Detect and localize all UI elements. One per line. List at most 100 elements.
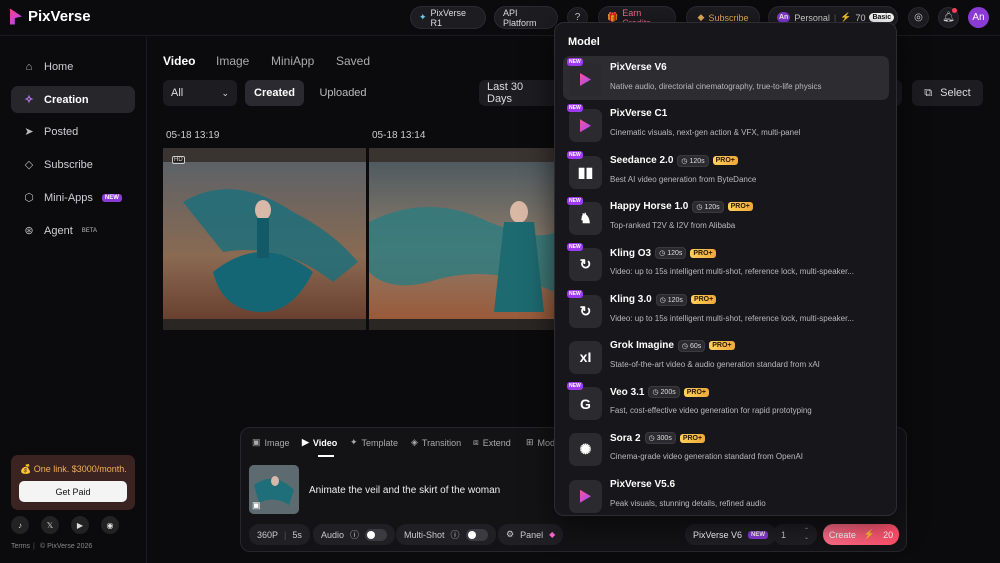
duration-value: 5s: [292, 529, 302, 540]
model-option[interactable]: PixVerse V5.6 Peak visuals, stunning deta…: [563, 473, 889, 515]
xai-icon: xI: [569, 340, 602, 374]
kling-icon: ↻ NEW: [567, 289, 602, 328]
sidebar-item-posted[interactable]: ➤ Posted: [11, 118, 135, 145]
select-label: Select: [940, 87, 971, 99]
clock-icon: ◷: [659, 250, 668, 258]
model-name: Grok Imagine: [610, 340, 674, 352]
copyright: © PixVerse 2026: [40, 543, 93, 550]
tab-video[interactable]: Video: [163, 54, 195, 68]
pixverse-r1-button[interactable]: ✦ PixVerse R1: [410, 6, 486, 29]
model-description: Peak visuals, stunning details, refined …: [610, 498, 766, 508]
model-icon-glyph: ▮▮: [577, 163, 594, 180]
audio-switch[interactable]: [365, 528, 388, 541]
terms-link[interactable]: Terms: [11, 543, 30, 550]
date-range-dropdown[interactable]: Last 30 Days: [479, 80, 559, 106]
model-dropdown: Model NEW PixVerse V6 Native audio, direct…: [554, 22, 897, 516]
sidebar-item-agent[interactable]: ⊛ Agent BETA: [11, 217, 135, 244]
pixverse-play-icon: [580, 73, 591, 86]
clock-icon: ◷: [659, 296, 668, 304]
model-option[interactable]: ♞ NEW Happy Horse 1.0 ◷ 120s PRO+ Top-ranked …: [563, 195, 889, 239]
notifications-button[interactable]: 🔔︎: [938, 7, 959, 28]
model-selector[interactable]: PixVerse V6 NEW: [685, 524, 777, 545]
multishot-label: Multi-Shot: [404, 529, 445, 540]
composer-tab-transition[interactable]: ◈ Transition: [411, 437, 461, 448]
panel-button[interactable]: ⚙ Panel ◆: [498, 524, 564, 545]
model-option[interactable]: G NEW Veo 3.1 ◷ 200s PRO+ Fast, cost-effectiv…: [563, 380, 889, 424]
language-button[interactable]: ◎: [908, 7, 929, 28]
composer-tab-label: Extend: [482, 437, 511, 448]
clock-icon: ◷: [681, 342, 690, 350]
duration-badge: ◷ 60s: [677, 339, 706, 352]
reference-image[interactable]: ▣: [249, 465, 299, 514]
new-badge: NEW: [567, 58, 583, 66]
multishot-toggle[interactable]: Multi-Shot ⓘ: [396, 524, 496, 545]
composer-tab-label: Mod: [537, 437, 556, 448]
x-icon[interactable]: 𝕏: [41, 516, 59, 534]
account-name: Personal: [794, 12, 830, 23]
get-paid-button[interactable]: Get Paid: [19, 481, 127, 502]
model-description: Video: up to 15s intelligent multi-shot,…: [610, 313, 854, 323]
subscribe-label: Subscribe: [708, 12, 749, 23]
filter-value: All: [171, 87, 184, 99]
composer-tab-mod[interactable]: ⊞ Mod: [526, 437, 555, 448]
model-option[interactable]: xI Grok Imagine ◷ 60s PRO+ State-of-the-art …: [563, 334, 889, 378]
multishot-switch[interactable]: [465, 528, 488, 541]
user-avatar[interactable]: An: [968, 7, 989, 28]
duration-value: 120s: [689, 157, 705, 165]
new-badge: NEW: [567, 243, 583, 252]
select-button[interactable]: ⧉ Select: [912, 80, 983, 106]
model-option[interactable]: ✺ Sora 2 ◷ 300s PRO+ Cinema-grade video gene…: [563, 426, 889, 470]
created-filter[interactable]: Created: [245, 80, 304, 106]
create-button[interactable]: Create ⚡ 20: [823, 524, 899, 545]
video-thumbnail[interactable]: HD: [163, 148, 366, 330]
prompt-text[interactable]: Animate the veil and the skirt of the wo…: [309, 485, 500, 496]
composer-tab-label: Video: [312, 437, 338, 448]
pro-badge: PRO+: [712, 156, 738, 166]
tab-miniapp[interactable]: MiniApp: [271, 54, 314, 68]
resolution-duration-selector[interactable]: 360P | 5s: [249, 524, 310, 545]
composer-tab-image[interactable]: ▣ Image: [252, 437, 290, 448]
model-option[interactable]: ↻ NEW Kling O3 ◷ 120s PRO+ Video: up to 15s i…: [563, 241, 889, 285]
sidebar-item-mini-apps[interactable]: ⬡ Mini-Apps NEW: [11, 184, 135, 211]
filter-dropdown[interactable]: All ⌄: [163, 80, 237, 106]
model-description: Top-ranked T2V & I2V from Alibaba: [610, 220, 736, 230]
composer-tab-video[interactable]: ▶ Video: [302, 437, 337, 448]
model-option[interactable]: NEW PixVerse C1 Cinematic visuals, next-ge…: [563, 102, 889, 146]
uploaded-filter[interactable]: Uploaded: [313, 80, 373, 106]
pixverse-icon: NEW: [567, 104, 602, 143]
model-description: Cinematic visuals, next-gen action & VFX…: [610, 128, 801, 138]
sidebar-item-label: Creation: [44, 93, 89, 106]
tiktok-icon[interactable]: ♪: [11, 516, 29, 534]
brand-logo[interactable]: PixVerse: [10, 8, 91, 25]
new-badge: NEW: [567, 382, 583, 391]
pixverse-play-icon: [580, 119, 591, 133]
tab-saved[interactable]: Saved: [336, 54, 370, 68]
audio-toggle[interactable]: Audio ⓘ: [313, 524, 396, 545]
api-platform-button[interactable]: API Platform: [494, 6, 558, 29]
model-option[interactable]: ▮▮ NEW Seedance 2.0 ◷ 120s PRO+ Best AI video…: [563, 149, 889, 193]
model-name: PixVerse V5.6: [610, 478, 676, 490]
discord-icon[interactable]: ◉: [101, 516, 119, 534]
duration-value: 300s: [656, 435, 672, 443]
model-name: Veo 3.1: [610, 386, 645, 398]
new-badge: NEW: [567, 196, 583, 205]
tab-image[interactable]: Image: [216, 54, 249, 68]
sidebar-item-subscribe[interactable]: ◇ Subscribe: [11, 151, 135, 178]
new-badge: NEW: [748, 530, 769, 539]
openai-icon: ✺: [569, 433, 602, 467]
video-thumbnail[interactable]: [369, 148, 555, 330]
model-name-row: Kling 3.0 ◷ 120s PRO+: [610, 293, 717, 306]
composer-tab-template[interactable]: ✦ Template: [350, 437, 398, 448]
model-option[interactable]: NEW PixVerse V6 Native audio, directorial …: [563, 56, 889, 100]
stepper-arrows-icon[interactable]: ⌃ ⌄: [804, 528, 809, 542]
sidebar-item-home[interactable]: ⌂ Home: [11, 53, 135, 80]
composer-tab-extend[interactable]: ⧈ Extend: [473, 437, 511, 448]
model-option[interactable]: ↻ NEW Kling 3.0 ◷ 120s PRO+ Video: up to 15s …: [563, 288, 889, 332]
pro-badge: PRO+: [690, 248, 716, 258]
image-icon: ▣: [252, 500, 261, 510]
count-stepper[interactable]: 1 ⌃ ⌄: [773, 524, 817, 545]
model-description: Cinema-grade video generation standard f…: [610, 452, 803, 462]
youtube-icon[interactable]: ▶: [71, 516, 89, 534]
sidebar-item-creation[interactable]: ✧ Creation: [11, 86, 135, 113]
video-icon: ▶: [302, 437, 309, 447]
